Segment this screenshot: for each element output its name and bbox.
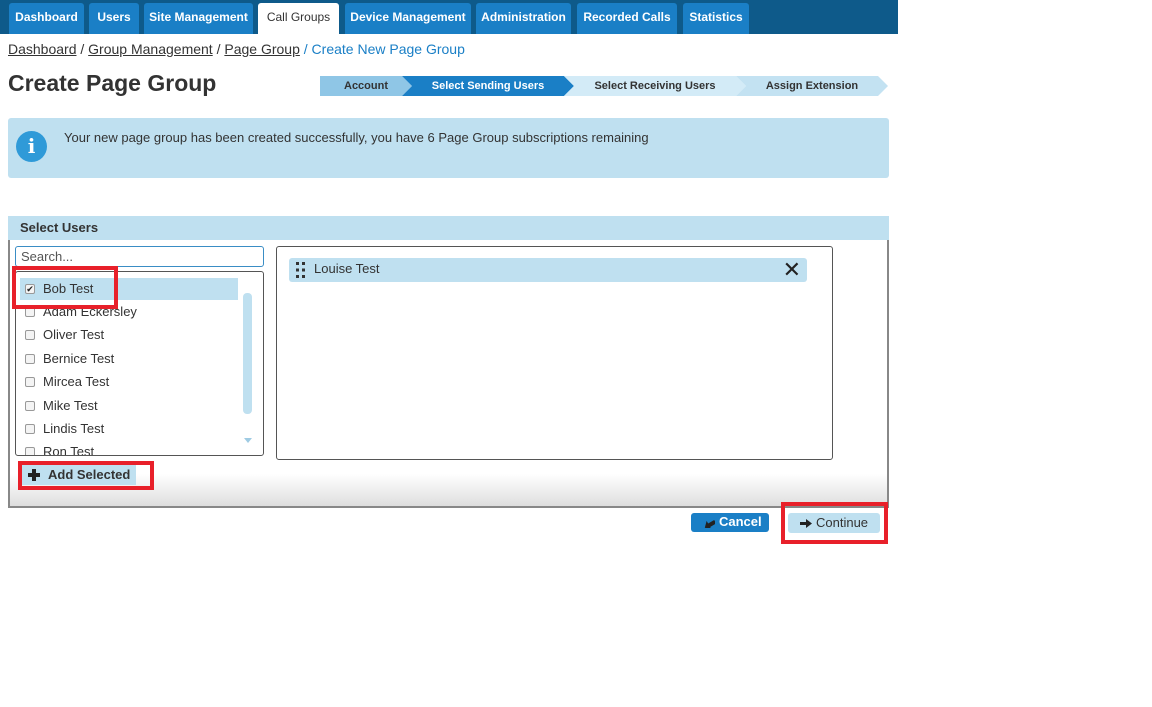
breadcrumb-separator: / [76, 41, 89, 57]
wizard-step-account: Account [320, 76, 412, 96]
cancel-label: Cancel [719, 514, 762, 529]
user-name: Mircea Test [43, 374, 110, 389]
checkbox[interactable] [25, 424, 35, 434]
checkbox[interactable] [25, 330, 35, 340]
highlight-box-add [18, 461, 154, 490]
info-icon: i [16, 131, 47, 162]
selected-user-name: Louise Test [314, 261, 380, 276]
user-name: Ron Test [43, 444, 95, 456]
breadcrumb-separator: / [212, 41, 225, 57]
tab-administration[interactable]: Administration [476, 3, 571, 34]
drag-handle-icon[interactable] [295, 261, 307, 279]
list-scrollbar[interactable] [243, 293, 252, 414]
list-item[interactable]: Mike Test [20, 395, 238, 417]
user-name: Bernice Test [43, 351, 115, 366]
list-item[interactable]: Lindis Test [20, 418, 238, 440]
breadcrumb-page-group[interactable]: Page Group [224, 41, 300, 57]
top-navigation: Dashboard Users Site Management Call Gro… [0, 0, 898, 34]
user-name: Mike Test [43, 398, 98, 413]
breadcrumb-current: Create New Page Group [311, 41, 465, 57]
tab-device-management[interactable]: Device Management [345, 3, 471, 34]
list-item[interactable]: Mircea Test [20, 371, 238, 393]
wizard-step-select-sending-users: Select Sending Users [402, 76, 574, 96]
breadcrumb: Dashboard / Group Management / Page Grou… [8, 41, 465, 57]
page-title: Create Page Group [8, 70, 217, 96]
checkbox[interactable] [25, 401, 35, 411]
checkbox[interactable] [25, 354, 35, 364]
list-item[interactable]: Ron Test [20, 441, 238, 456]
selected-users-list: Louise Test ✕ [276, 246, 833, 460]
tab-dashboard[interactable]: Dashboard [9, 3, 84, 34]
breadcrumb-separator: / [299, 41, 312, 57]
highlight-box-user [12, 266, 118, 309]
wizard-step-select-receiving-users: Select Receiving Users [564, 76, 746, 96]
cancel-button[interactable]: Cancel [691, 513, 769, 532]
breadcrumb-group-management[interactable]: Group Management [88, 41, 213, 57]
select-users-header: Select Users [8, 216, 889, 240]
user-name: Oliver Test [43, 327, 105, 342]
tab-users[interactable]: Users [89, 3, 139, 34]
user-search-input[interactable] [15, 246, 264, 267]
list-item[interactable]: Oliver Test [20, 324, 238, 346]
checkbox[interactable] [25, 377, 35, 387]
wizard-step-assign-extension: Assign Extension [736, 76, 888, 96]
info-message: Your new page group has been created suc… [64, 130, 649, 145]
tab-site-management[interactable]: Site Management [144, 3, 253, 34]
user-name: Lindis Test [43, 421, 105, 436]
close-icon[interactable]: ✕ [783, 259, 801, 281]
breadcrumb-dashboard[interactable]: Dashboard [8, 41, 77, 57]
scroll-down-arrow-icon[interactable] [244, 438, 252, 443]
info-banner: i Your new page group has been created s… [8, 118, 889, 178]
checkbox[interactable] [25, 447, 35, 455]
tab-recorded-calls[interactable]: Recorded Calls [577, 3, 677, 34]
selected-user-item[interactable]: Louise Test ✕ [289, 258, 807, 282]
highlight-box-continue [781, 502, 888, 544]
tab-statistics[interactable]: Statistics [683, 3, 749, 34]
list-item[interactable]: Bernice Test [20, 348, 238, 370]
undo-arrow-icon [704, 520, 715, 528]
wizard-steps: Account Select Sending Users Select Rece… [320, 76, 888, 96]
tab-call-groups[interactable]: Call Groups [258, 3, 339, 34]
